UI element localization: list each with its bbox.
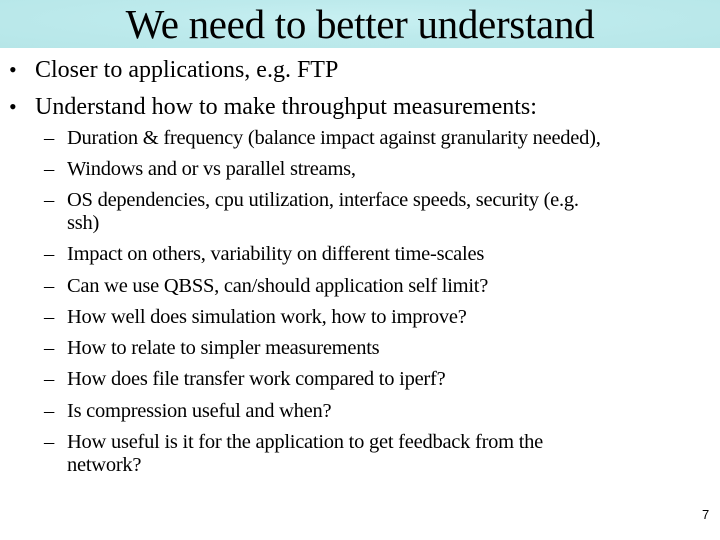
slide-title: We need to better understand [125, 1, 595, 47]
page-number: 7 [702, 507, 710, 522]
sub-bullet-text: Can we use QBSS, can/should application … [67, 275, 489, 297]
bullet-marker: • [9, 94, 17, 119]
sub-bullet-text: How useful is it for the application to … [67, 431, 544, 453]
sub-bullet-text: How does file transfer work compared to … [67, 368, 446, 390]
dash-marker: – [44, 243, 55, 265]
dash-marker: – [44, 275, 55, 297]
dash-marker: – [44, 127, 55, 149]
bullet-text: Understand how to make throughput measur… [35, 94, 537, 120]
dash-marker: – [44, 158, 55, 180]
sub-bullet-text: Duration & frequency (balance impact aga… [67, 127, 601, 149]
sub-bullet-text-wrap: ssh) [67, 212, 100, 234]
bullet-text: Closer to applications, e.g. FTP [35, 57, 339, 83]
dash-marker: – [44, 306, 55, 328]
dash-marker: – [44, 337, 55, 359]
slide: We need to better understand • Closer to… [0, 0, 720, 540]
dash-marker: – [44, 400, 55, 422]
dash-marker: – [44, 431, 55, 453]
sub-bullet-text: Windows and or vs parallel streams, [67, 158, 356, 180]
dash-marker: – [44, 368, 55, 390]
bullet-marker: • [9, 57, 17, 82]
sub-bullet-text: Impact on others, variability on differe… [67, 243, 485, 265]
sub-bullet-text: How to relate to simpler measurements [67, 337, 380, 359]
sub-bullet-text: OS dependencies, cpu utilization, interf… [67, 189, 579, 211]
sub-bullet-text-wrap: network? [67, 454, 142, 476]
title-bar: We need to better understand [0, 0, 720, 48]
dash-marker: – [44, 189, 55, 211]
sub-bullet-text: Is compression useful and when? [67, 400, 332, 422]
sub-bullet-text: How well does simulation work, how to im… [67, 306, 467, 328]
